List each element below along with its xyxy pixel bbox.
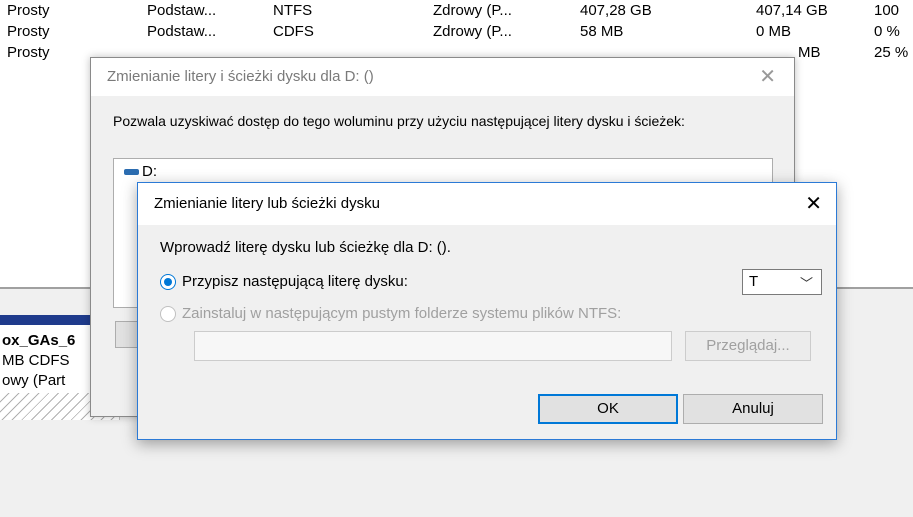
volume-size: MB CDFS [2,352,70,369]
cancel-button[interactable]: Anuluj [683,394,823,424]
filesystem-cell: CDFS [273,23,314,40]
free-space-cell: 0 MB [756,23,792,40]
free-space-cell: 407,14 GB [756,2,828,19]
dialog-titlebar: Zmienianie litery lub ścieżki dysku ✕ [138,183,836,225]
dialog-description: Pozwala uzyskiwać dostęp do tego wolumin… [113,113,685,129]
chevron-down-icon: ﹀ [799,276,813,291]
capacity-cell: 407,28 GB [580,2,652,19]
free-space-cell: MB [798,44,821,61]
dialog-titlebar: Zmienianie litery i ścieżki dysku dla D:… [91,58,794,96]
folder-path-input[interactable] [194,331,672,361]
close-icon[interactable]: ✕ [759,64,776,89]
mount-folder-label: Zainstaluj w następującym pustym folderz… [182,305,622,322]
layout-cell: Prosty [7,2,50,19]
layout-cell: Prosty [7,44,50,61]
drive-letter-select[interactable]: T ﹀ [742,269,822,295]
status-cell: Zdrowy (P... [433,23,512,40]
type-cell: Podstaw... [147,23,217,40]
dialog-title: Zmienianie litery lub ścieżki dysku [154,195,380,212]
layout-cell: Prosty [7,23,50,40]
list-item-label: D: [142,163,157,180]
ok-button[interactable]: OK [538,394,678,424]
drive-icon [124,169,139,176]
volume-row[interactable]: Prosty Podstaw... NTFS Zdrowy (P... 407,… [0,0,913,22]
free-percent-cell: 0 % [874,23,900,40]
type-cell: Podstaw... [147,2,217,19]
dialog-title: Zmienianie litery i ścieżki dysku dla D:… [107,68,374,85]
capacity-cell: 58 MB [580,23,624,40]
browse-button[interactable]: Przeglądaj... [685,331,811,361]
volume-name: ox_GAs_6 [2,332,76,349]
volume-row[interactable]: Prosty Podstaw... CDFS Zdrowy (P... 58 M… [0,21,913,43]
change-drive-letter-dialog: Zmienianie litery lub ścieżki dysku ✕ Wp… [137,182,837,440]
volume-status: owy (Part [2,372,66,389]
free-percent-cell: 25 % [874,44,909,61]
radio-unselected-icon[interactable] [160,305,176,322]
list-item[interactable]: D: [124,163,157,180]
close-icon[interactable]: ✕ [805,191,822,216]
drive-letter-value: T [749,273,759,290]
mount-folder-option[interactable]: Zainstaluj w następującym pustym folderz… [160,305,621,322]
assign-letter-label: Przypisz następującą literę dysku: [182,273,408,290]
assign-letter-option[interactable]: Przypisz następującą literę dysku: [160,273,408,290]
free-percent-cell: 100 [874,2,900,19]
status-cell: Zdrowy (P... [433,2,512,19]
filesystem-cell: NTFS [273,2,313,19]
radio-selected-icon[interactable] [160,273,176,290]
dialog-prompt: Wprowadź literę dysku lub ścieżkę dla D:… [160,239,451,256]
